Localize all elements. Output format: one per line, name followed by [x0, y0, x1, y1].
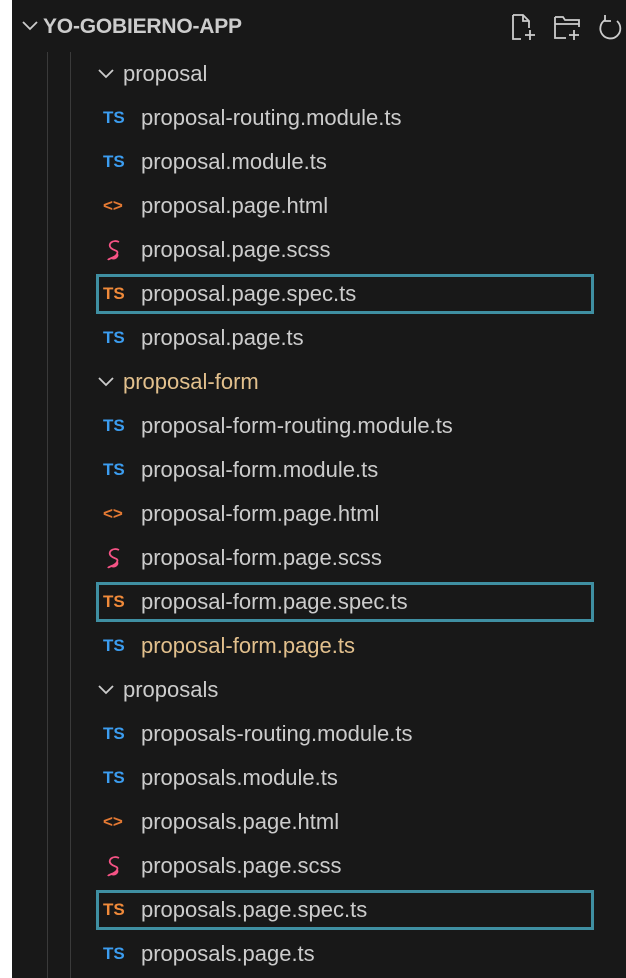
file-name: proposals.page.html	[141, 809, 340, 834]
ts-spec-file-icon: TS	[103, 900, 125, 919]
tree-file-row[interactable]: TS proposal-form.page.ts	[12, 624, 626, 668]
tree-file-row[interactable]: proposal-form.page.scss	[12, 536, 626, 580]
file-name: proposals.module.ts	[141, 765, 338, 790]
file-name: proposals.page.scss	[141, 853, 342, 878]
scss-file-icon	[103, 238, 133, 262]
explorer-section-header[interactable]: YO-GOBIERNO-APP	[12, 0, 626, 52]
html-file-icon: <>	[103, 196, 123, 215]
tree-file-row[interactable]: TS proposals-routing.module.ts	[12, 712, 626, 756]
file-name: proposal-form.page.spec.ts	[141, 589, 408, 614]
file-name: proposal.module.ts	[141, 149, 327, 174]
tree-folder-row[interactable]: proposal	[12, 52, 626, 96]
ts-file-icon: TS	[103, 768, 125, 787]
chevron-down-icon[interactable]	[20, 16, 40, 36]
ts-file-icon: TS	[103, 460, 125, 479]
file-name: proposals.page.spec.ts	[141, 897, 368, 922]
explorer-actions	[508, 12, 626, 42]
folder-name: proposals	[123, 677, 219, 702]
file-name: proposals.page.ts	[141, 941, 315, 966]
project-title: YO-GOBIERNO-APP	[43, 15, 242, 38]
tree-folder-row[interactable]: proposals	[12, 668, 626, 712]
new-folder-icon[interactable]	[552, 12, 582, 42]
file-name: proposal.page.html	[141, 193, 329, 218]
ts-file-icon: TS	[103, 108, 125, 127]
ts-file-icon: TS	[103, 152, 125, 171]
file-name: proposal.page.scss	[141, 237, 331, 262]
file-explorer: YO-GOBIERNO-APP proposal TS proposal-rou…	[0, 0, 626, 978]
folder-name: proposal-form	[123, 369, 259, 394]
ts-file-icon: TS	[103, 724, 125, 743]
file-name: proposal-form.page.scss	[141, 545, 382, 570]
scss-file-icon	[103, 546, 133, 570]
html-file-icon: <>	[103, 504, 123, 523]
html-file-icon: <>	[103, 812, 123, 831]
ts-file-icon: TS	[103, 328, 125, 347]
file-name: proposal-form.page.html	[141, 501, 380, 526]
tree-file-row[interactable]: TS proposals.module.ts	[12, 756, 626, 800]
file-name: proposal.page.spec.ts	[141, 281, 357, 306]
ts-spec-file-icon: TS	[103, 592, 125, 611]
chevron-down-icon[interactable]	[96, 372, 116, 392]
folder-name: proposal	[123, 61, 208, 86]
tree-file-row[interactable]: TS proposal-form-routing.module.ts	[12, 404, 626, 448]
tree-file-row[interactable]: <> proposals.page.html	[12, 800, 626, 844]
tree-file-row[interactable]: TS proposal-form.module.ts	[12, 448, 626, 492]
ts-file-icon: TS	[103, 636, 125, 655]
file-name: proposal-form.page.ts	[141, 633, 355, 658]
scss-file-icon	[103, 854, 133, 878]
tree-file-row[interactable]: TS proposal-form.page.spec.ts	[12, 580, 626, 624]
chevron-down-icon[interactable]	[96, 680, 116, 700]
tree-file-row[interactable]: <> proposal.page.html	[12, 184, 626, 228]
tree-file-row[interactable]: proposal.page.scss	[12, 228, 626, 272]
tree-file-row[interactable]: TS proposal.page.spec.ts	[12, 272, 626, 316]
tree-file-row[interactable]: TS proposal.module.ts	[12, 140, 626, 184]
tree-file-row[interactable]: TS proposal.page.ts	[12, 316, 626, 360]
tree-file-row[interactable]: TS proposals.page.ts	[12, 932, 626, 976]
chevron-down-icon[interactable]	[96, 64, 116, 84]
tree-file-row[interactable]: proposals.page.scss	[12, 844, 626, 888]
file-name: proposal-routing.module.ts	[141, 105, 402, 130]
file-name: proposal-form-routing.module.ts	[141, 413, 453, 438]
tree-folder-row[interactable]: proposal-form	[12, 360, 626, 404]
file-name: proposals-routing.module.ts	[141, 721, 413, 746]
ts-file-icon: TS	[103, 416, 125, 435]
file-name: proposal.page.ts	[141, 325, 304, 350]
new-file-icon[interactable]	[508, 12, 538, 42]
ts-file-icon: TS	[103, 944, 125, 963]
tree-file-row[interactable]: TS proposal-routing.module.ts	[12, 96, 626, 140]
file-name: proposal-form.module.ts	[141, 457, 379, 482]
ts-spec-file-icon: TS	[103, 284, 125, 303]
tree-file-row[interactable]: TS proposals.page.spec.ts	[12, 888, 626, 932]
tree-file-row[interactable]: <> proposal-form.page.html	[12, 492, 626, 536]
refresh-icon[interactable]	[596, 12, 626, 42]
